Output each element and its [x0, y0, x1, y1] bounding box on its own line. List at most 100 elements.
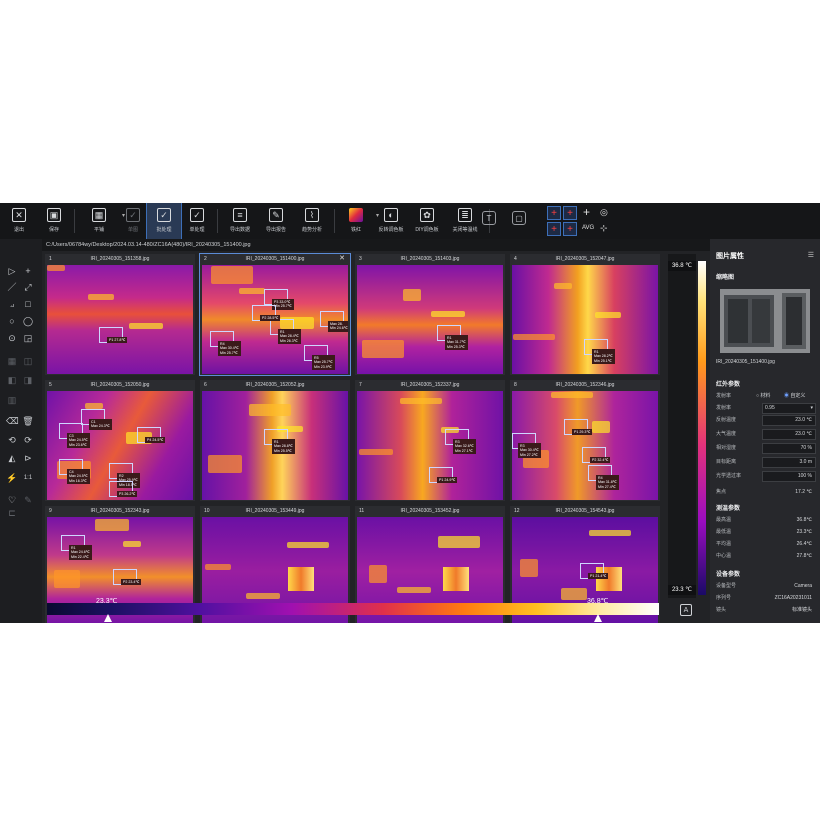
export-data-icon: ≡	[233, 208, 247, 222]
exit-icon[interactable]: ⊏	[6, 507, 18, 519]
crosshair-icon[interactable]: +	[547, 222, 561, 236]
thumbnail-cell[interactable]: 6 IRI_20240305_152052.jpg R1 Max 28.8℃ Min…	[200, 380, 350, 501]
scale-min-label[interactable]: 23.3 ℃	[668, 585, 696, 595]
add-point-icon[interactable]: +	[583, 205, 590, 219]
isotherm-icon: ≣	[458, 208, 472, 222]
radio-custom[interactable]: ◉ 自定义	[784, 391, 805, 401]
measure-tag: P2 32.4℃	[590, 457, 611, 464]
save-icon: ▣	[47, 208, 61, 222]
zoom-actual-icon[interactable]: 1:1	[22, 472, 34, 484]
image-properties-panel: 图片属性 ☰ 缩略图 IRI_20240305_151400.jpg 红外参数 …	[710, 239, 820, 623]
palette-bar[interactable]	[47, 603, 659, 615]
panel-menu-icon[interactable]: ☰	[808, 251, 814, 259]
polyline-icon[interactable]: ⟓	[6, 298, 18, 310]
thumbnail-cell[interactable]: 5 IRI_20240305_152050.jpg C1 Max 24.3℃ C3 M…	[45, 380, 195, 501]
hot-region	[513, 334, 555, 340]
undo-icon[interactable]: ⟲	[6, 434, 18, 446]
play-icon[interactable]: ⊳	[22, 452, 34, 464]
redo-icon[interactable]: ⟳	[22, 434, 34, 446]
ir-section-title: 红外参数	[716, 382, 741, 388]
measure-tag: P1 24.9℃	[437, 477, 458, 484]
circle-icon[interactable]: ○	[6, 315, 18, 327]
thermal-image[interactable]: R1 Max 31.7℃ Min 25.3℃	[357, 265, 503, 374]
toolbar-single-image-button[interactable]: ✓单图▾	[119, 203, 153, 239]
auto-range-button[interactable]: A	[680, 604, 692, 616]
temperature-scale-panel	[668, 254, 696, 598]
thumbnail-cell[interactable]: 8 IRI_20240305_152346.jpg P1 29.3℃ R3 Max 3…	[510, 380, 660, 501]
high-marker-handle[interactable]	[594, 614, 602, 622]
panel-title: 图片属性	[716, 253, 744, 260]
toolbar-single-process-button[interactable]: ✓ 单处理	[181, 203, 213, 239]
hot-region	[88, 294, 114, 300]
low-marker-handle[interactable]	[104, 614, 112, 622]
ellipse-icon[interactable]: ◯	[22, 315, 34, 327]
measure-tag: P2 23.4℃	[121, 579, 142, 586]
emissivity-select[interactable]: 0.95 ▾	[762, 403, 816, 414]
duplicate-icon[interactable]: ◫	[22, 355, 34, 367]
grid-icon: ▦	[92, 208, 106, 222]
favorite-icon[interactable]: ♡	[6, 494, 18, 506]
add-target-icon[interactable]: ⊹	[600, 223, 608, 234]
toolbar-save-button[interactable]: ▣ 保存	[38, 203, 70, 239]
toolbar-batch-button[interactable]: ✓ 批处理	[146, 203, 182, 240]
hot-region	[211, 266, 253, 284]
target-icon[interactable]: ◎	[600, 207, 608, 218]
region-icon[interactable]: ◲	[22, 332, 34, 344]
line-icon[interactable]: ／	[6, 281, 18, 293]
cursor-icon[interactable]: ▷	[6, 265, 18, 277]
add-icon[interactable]: +	[22, 265, 34, 277]
toolbar-grid-button[interactable]: ▦ 平铺 ▾	[79, 203, 125, 239]
measure-tag: C4 Max 24.5℃ Min 16.3℃	[67, 469, 90, 485]
hot-region	[400, 398, 442, 404]
toolbar-label: 导出数据	[229, 227, 250, 233]
avg-button[interactable]: AVG	[582, 225, 594, 231]
flash-icon[interactable]: ⚡	[6, 472, 18, 484]
rect-icon[interactable]: □	[22, 298, 34, 310]
delete-icon[interactable]: 🗑	[22, 415, 34, 427]
thermal-image[interactable]: C1 Max 24.3℃ C3 Max 24.5℃ Min 23.6℃ P4 24.…	[47, 391, 193, 500]
emissivity-mode-label: 发射率	[716, 393, 732, 399]
edit-icon[interactable]: ✎	[22, 494, 34, 506]
thumbnail-cell[interactable]: 7 IRI_20240305_152337.jpg R3 Max 32.6℃ Min…	[355, 380, 505, 501]
layer-icon[interactable]: ◧	[6, 374, 18, 386]
toolbar-label: 铁红	[350, 227, 361, 233]
thermal-image[interactable]: P3 33.0℃ Min 25.7℃ R1 Max 28.4℃ Min 26.3℃…	[202, 265, 348, 374]
hot-region	[397, 587, 431, 593]
thumbnail-cell[interactable]: 4 IRI_20240305_152047.jpg R1 Max 28.2℃ Min…	[510, 254, 660, 375]
toolbar-label: 退出	[13, 227, 24, 233]
toolbar-diy-palette-button[interactable]: ✿ DIY调色板	[409, 203, 445, 239]
point-icon[interactable]: ⊙	[6, 332, 18, 344]
thermal-image[interactable]: R1 Max 28.8℃ Min 25.5℃	[202, 391, 348, 500]
toolbar-palette-button[interactable]: 铁红 ▾	[339, 203, 379, 239]
crosshair-icon[interactable]: +	[547, 206, 561, 220]
scale-max-label[interactable]: 36.8 ℃	[668, 261, 696, 271]
resize-icon[interactable]: ⤢	[22, 281, 34, 293]
toolbar-export-report-button[interactable]: ✎ 导出报告	[258, 203, 294, 239]
toolbar-invert-palette-button[interactable]: ◐ 反转调色板	[373, 203, 409, 239]
text-icon[interactable]: T	[482, 211, 496, 225]
thermal-image[interactable]: P1 29.3℃ R3 Max 30.4℃ Min 27.2℃ P2 32.4℃ R4…	[512, 391, 658, 500]
thumbnail-cell[interactable]: 3 IRI_20240305_151403.jpg R1 Max 31.7℃ Min…	[355, 254, 505, 375]
thermal-image[interactable]: R3 Max 32.6℃ Min 27.1℃ P1 24.9℃	[357, 391, 503, 500]
toolbar-trend-button[interactable]: ⌇ 趋势分析	[294, 203, 330, 239]
thumbnail-cell[interactable]: 2 IRI_20240305_151400.jpg ✕ P3 33.0℃ Min 25…	[199, 253, 351, 376]
crosshair-icon[interactable]: +	[563, 222, 577, 236]
copy-icon[interactable]: ▦	[6, 355, 18, 367]
thumbnail-header: 11 IRI_20240305_153452.jpg	[355, 506, 505, 516]
thumbnail-cell[interactable]: 1 IRI_20240305_151358.jpg P1 27.8℃	[45, 254, 195, 375]
thermal-image[interactable]: P1 27.8℃	[47, 265, 193, 374]
crosshair-icon[interactable]: +	[563, 206, 577, 220]
toolbar-export-data-button[interactable]: ≡ 导出数据	[222, 203, 258, 239]
thumbnail-grid: 1 IRI_20240305_151358.jpg P1 27.8℃ 2 IRI_202…	[45, 253, 665, 623]
toolbar-label: 反转调色板	[378, 227, 404, 233]
group-icon[interactable]: ▥	[6, 394, 18, 406]
radio-material[interactable]: ○ 材料	[756, 391, 770, 401]
box-icon[interactable]: ▢	[512, 211, 526, 225]
layer2-icon[interactable]: ◨	[22, 374, 34, 386]
thermal-image[interactable]: R1 Max 28.2℃ Min 25.1℃	[512, 265, 658, 374]
param-label: 光学透过率	[716, 473, 742, 479]
close-icon[interactable]: ✕	[339, 254, 345, 264]
toolbar-close-button[interactable]: ✕ 退出	[0, 203, 38, 239]
flip-icon[interactable]: ◭	[6, 452, 18, 464]
eraser-icon[interactable]: ⌫	[6, 415, 19, 427]
